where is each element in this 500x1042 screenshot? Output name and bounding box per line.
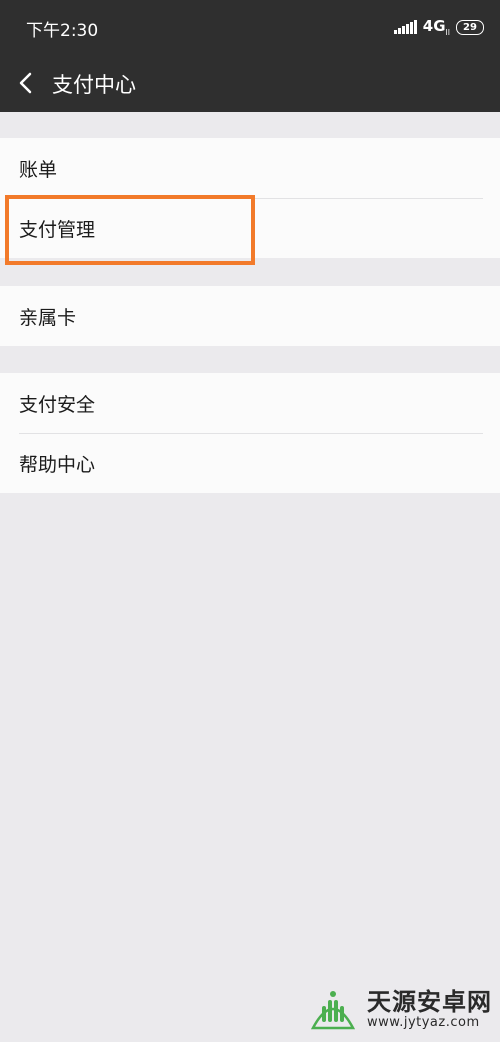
menu-item-label: 账单	[19, 158, 58, 181]
menu-item-help-center[interactable]: 帮助中心	[0, 433, 500, 493]
watermark-url: www.jytyaz.com	[367, 1014, 480, 1030]
android-logo-icon	[310, 991, 356, 1030]
status-time: 下午2:30	[26, 21, 99, 41]
menu-item-label: 支付安全	[19, 393, 96, 416]
status-indicators: 4Gll 29	[394, 17, 484, 37]
menu-item-payment-security[interactable]: 支付安全	[0, 373, 500, 433]
watermark-title: 天源安卓网	[367, 987, 492, 1016]
chevron-left-icon[interactable]	[16, 70, 36, 96]
menu-item-bill[interactable]: 账单	[0, 138, 500, 198]
menu-item-payment-management[interactable]: 支付管理	[0, 198, 500, 258]
menu-item-label: 亲属卡	[19, 306, 77, 329]
menu-item-family-card[interactable]: 亲属卡	[0, 286, 500, 346]
menu-group-1: 账单 支付管理	[0, 138, 500, 258]
battery-icon: 29	[456, 19, 484, 35]
watermark: 天源安卓网 www.jytyaz.com	[305, 988, 492, 1030]
page-title: 支付中心	[52, 73, 136, 97]
title-bar: 支付中心	[0, 55, 500, 112]
menu-item-label: 帮助中心	[19, 453, 96, 476]
battery-level: 29	[463, 21, 477, 33]
menu-item-label: 支付管理	[19, 218, 96, 241]
menu-group-2: 亲属卡	[0, 286, 500, 346]
menu-group-3: 支付安全 帮助中心	[0, 373, 500, 493]
status-bar: 下午2:30 4Gll 29	[0, 0, 500, 55]
network-type: 4Gll	[422, 17, 450, 37]
signal-icon	[394, 20, 417, 34]
